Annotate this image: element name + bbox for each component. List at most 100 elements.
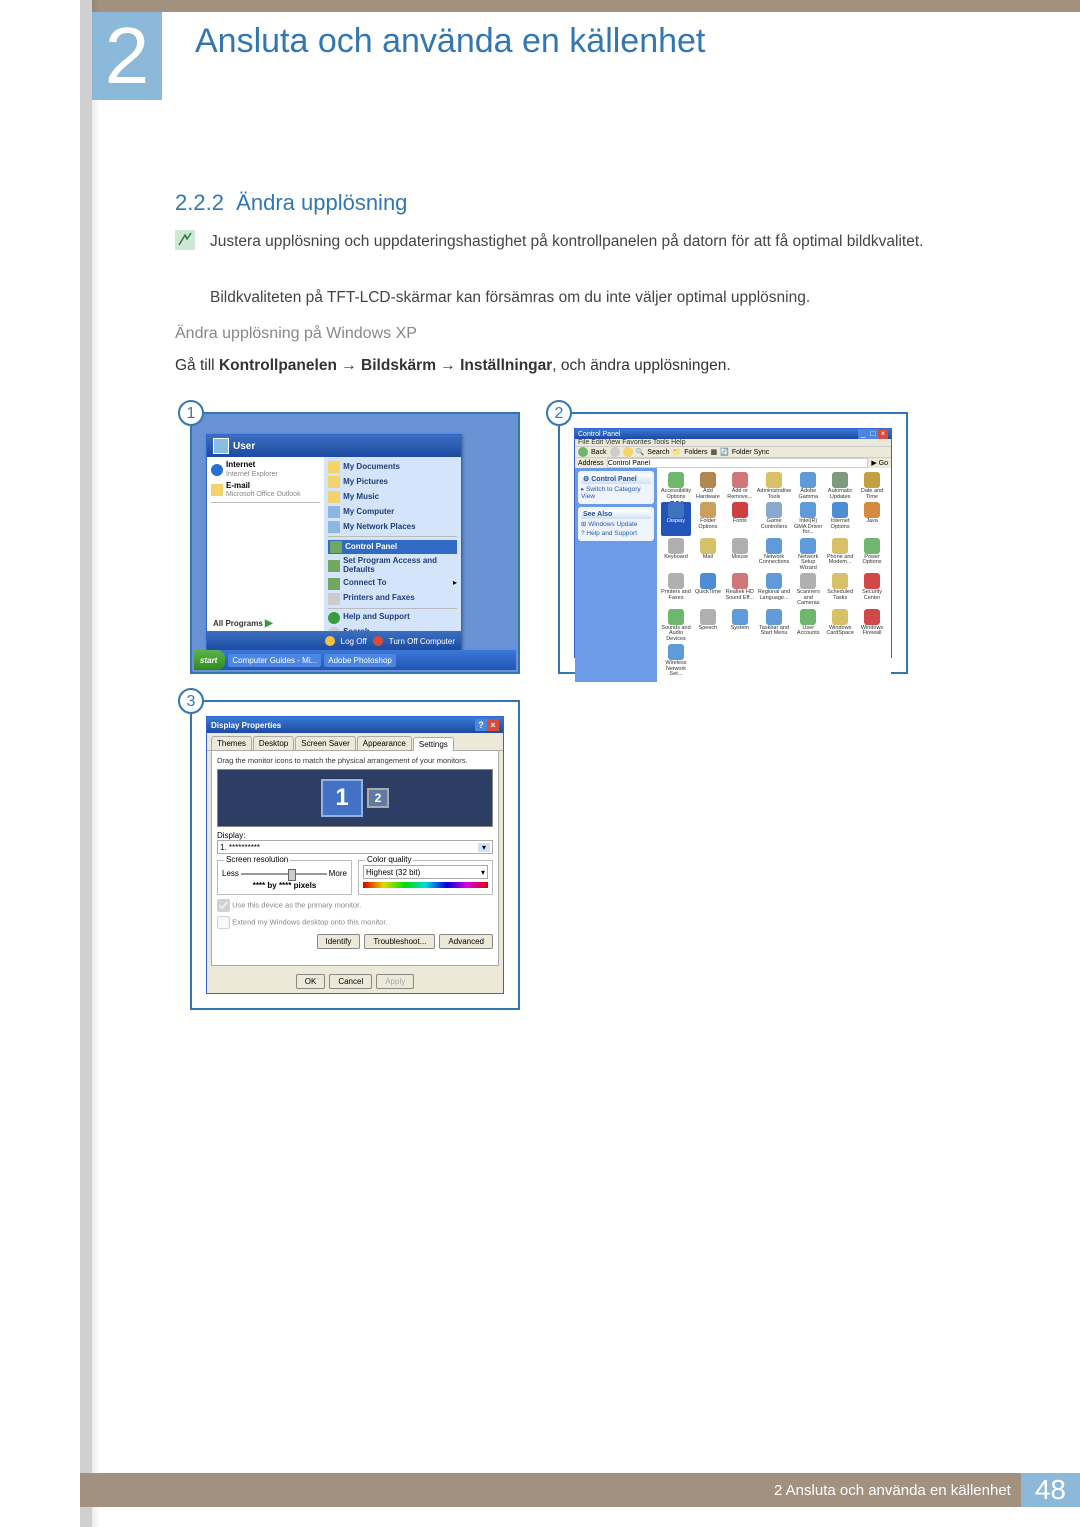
start-item-computer[interactable]: My Computer — [328, 506, 457, 518]
addr-input[interactable] — [607, 458, 869, 468]
side-link-update[interactable]: ⊞ Windows Update — [581, 519, 651, 529]
cp-icon-item[interactable]: Sounds and Audio Devices — [661, 609, 691, 643]
start-item-email[interactable]: E-mailMicrosoft Office Outlook — [211, 482, 320, 500]
cp-menubar[interactable]: File Edit View Favorites Tools Help — [575, 439, 891, 446]
cp-icon-item[interactable]: Folder Options — [693, 502, 723, 536]
side-link-switch[interactable]: ▸ Switch to Category View — [581, 484, 651, 501]
start-item-docs[interactable]: My Documents — [328, 461, 457, 473]
troubleshoot-button[interactable]: Troubleshoot... — [364, 934, 435, 949]
go-button[interactable]: ▶ Go — [871, 459, 888, 467]
monitor-1[interactable]: 1 — [321, 779, 363, 817]
slider-track[interactable] — [241, 873, 327, 875]
up-icon[interactable] — [623, 447, 633, 457]
cp-icon-item[interactable]: Intel(R) GMA Driver for... — [793, 502, 823, 536]
cp-icon-item[interactable]: Date and Time — [857, 472, 887, 500]
views-icon[interactable]: ▦ — [711, 448, 718, 456]
monitor-arrangement[interactable]: 1 2 — [217, 769, 493, 827]
cp-icon-item[interactable]: Administrative Tools — [757, 472, 792, 500]
cp-icon-item[interactable]: Automatic Updates — [825, 472, 855, 500]
cp-icon-item[interactable]: Adobe Gamma — [793, 472, 823, 500]
figure-2-number: 2 — [546, 400, 572, 426]
start-button[interactable]: start — [194, 650, 225, 670]
cp-icon-item[interactable]: Display — [661, 502, 691, 536]
cp-icon-item[interactable]: Windows CardSpace — [825, 609, 855, 643]
cp-icon-item[interactable]: Power Options — [857, 538, 887, 572]
cp-icon-item[interactable]: Internet Options — [825, 502, 855, 536]
start-item-printers[interactable]: Printers and Faxes — [328, 593, 457, 605]
folders-label[interactable]: Folders — [684, 449, 707, 456]
cp-item-label: Taskbar and Start Menu — [757, 626, 792, 637]
cp-icon-item[interactable]: Network Setup Wizard — [793, 538, 823, 572]
cp-icon-item[interactable]: Scheduled Tasks — [825, 573, 855, 607]
cp-icon-item[interactable]: Scanners and Cameras — [793, 573, 823, 607]
identify-button[interactable]: Identify — [317, 934, 361, 949]
cp-icon-item[interactable]: Phone and Modem... — [825, 538, 855, 572]
back-label[interactable]: Back — [591, 449, 607, 456]
turnoff-icon[interactable] — [373, 636, 383, 646]
dp-tab[interactable]: Settings — [413, 737, 454, 751]
cp-item-icon — [800, 502, 816, 518]
dp-tab[interactable]: Appearance — [357, 736, 412, 750]
forward-icon[interactable] — [610, 447, 620, 457]
start-item-help[interactable]: Help and Support — [328, 612, 457, 624]
start-item-connect[interactable]: Connect To▸ — [328, 578, 457, 590]
cp-icon-item[interactable]: Speech — [693, 609, 723, 643]
cp-icon-item[interactable]: Taskbar and Start Menu — [757, 609, 792, 643]
monitor-2[interactable]: 2 — [367, 788, 389, 808]
apply-button[interactable]: Apply — [376, 974, 414, 989]
dp-tab[interactable]: Desktop — [253, 736, 294, 750]
cp-icon-item[interactable]: Keyboard — [661, 538, 691, 572]
search-label[interactable]: Search — [647, 449, 669, 456]
cp-icon-item[interactable]: Game Controllers — [757, 502, 792, 536]
cp-icon-item[interactable]: Add Hardware — [693, 472, 723, 500]
cp-icon-item[interactable]: Realtek HD Sound Eff... — [725, 573, 755, 607]
cp-icon-item[interactable]: Security Center — [857, 573, 887, 607]
sync-label[interactable]: Folder Sync — [732, 449, 769, 456]
color-quality-select[interactable]: Highest (32 bit) ▾ — [363, 865, 488, 879]
cp-icon-item[interactable]: QuickTime — [693, 573, 723, 607]
resolution-slider[interactable]: Less More — [222, 869, 347, 878]
back-icon[interactable] — [578, 447, 588, 457]
search-icon[interactable]: 🔍 — [636, 448, 645, 456]
advanced-button[interactable]: Advanced — [439, 934, 493, 949]
cp-icon-item[interactable]: Network Connections — [757, 538, 792, 572]
start-item-setprog[interactable]: Set Program Access and Defaults — [328, 557, 457, 575]
folders-icon[interactable]: 📁 — [672, 448, 681, 456]
start-item-control-panel[interactable]: Control Panel — [328, 540, 457, 554]
help-icon[interactable]: ? — [475, 719, 487, 731]
cp-icon-item[interactable]: Fonts — [725, 502, 755, 536]
cp-icon-item[interactable]: System — [725, 609, 755, 643]
turnoff-label[interactable]: Turn Off Computer — [389, 637, 455, 646]
logoff-icon[interactable] — [325, 636, 335, 646]
minimize-icon[interactable]: _ — [858, 429, 868, 439]
display-select[interactable]: 1. ********** ▾ — [217, 840, 493, 854]
cp-icon-item[interactable]: Regional and Language... — [757, 573, 792, 607]
taskbar-button-1[interactable]: Computer Guides - Mi... — [228, 654, 321, 667]
taskbar-button-2[interactable]: Adobe Photoshop — [324, 654, 396, 667]
maximize-icon[interactable]: □ — [868, 429, 878, 439]
close-icon[interactable]: × — [878, 429, 888, 439]
cp-icon-item[interactable]: User Accounts — [793, 609, 823, 643]
cp-icon-item[interactable]: Windows Firewall — [857, 609, 887, 643]
cp-icon-item[interactable]: Printers and Faxes — [661, 573, 691, 607]
section-number: 2.2.2 — [175, 190, 224, 215]
start-item-network[interactable]: My Network Places — [328, 521, 457, 533]
cancel-button[interactable]: Cancel — [329, 974, 372, 989]
logoff-label[interactable]: Log Off — [341, 637, 367, 646]
start-item-internet[interactable]: InternetInternet Explorer — [211, 461, 320, 479]
all-programs[interactable]: All Programs ▶ — [213, 618, 273, 629]
cp-icon-item[interactable]: Mouse — [725, 538, 755, 572]
cp-icon-item[interactable]: Add or Remove... — [725, 472, 755, 500]
sync-icon[interactable]: 🔄 — [720, 448, 729, 456]
ok-button[interactable]: OK — [296, 974, 326, 989]
dp-tab[interactable]: Themes — [211, 736, 252, 750]
cp-icon-item[interactable]: Wireless Network Set... — [661, 644, 691, 678]
cp-icon-item[interactable]: Java — [857, 502, 887, 536]
start-item-pics[interactable]: My Pictures — [328, 476, 457, 488]
cp-icon-item[interactable]: Mail — [693, 538, 723, 572]
close-icon[interactable]: × — [487, 719, 499, 731]
cp-icon-item[interactable]: Accessibility Options — [661, 472, 691, 500]
side-link-help[interactable]: ? Help and Support — [581, 529, 651, 538]
dp-tab[interactable]: Screen Saver — [295, 736, 355, 750]
start-item-music[interactable]: My Music — [328, 491, 457, 503]
